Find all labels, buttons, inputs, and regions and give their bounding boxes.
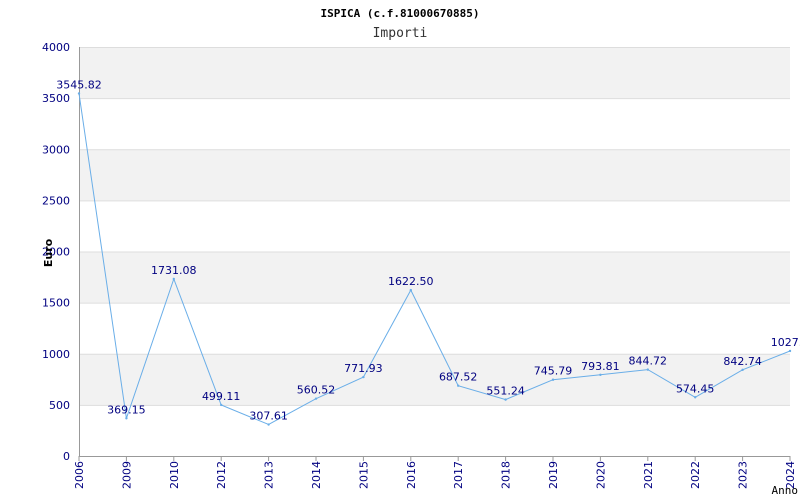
data-label: 574.45 [676,382,715,395]
x-tick-label: 2006 [73,461,86,489]
y-axis-title: Euro [42,238,55,267]
plot-band [79,98,790,150]
data-point [741,368,744,372]
data-point [694,396,697,399]
y-tick-label: 2500 [42,194,70,207]
y-tick-label: 4000 [42,41,70,54]
data-label: 551.24 [486,385,525,398]
data-point [172,277,175,281]
x-tick-label: 2012 [215,461,228,489]
x-tick-label: 2023 [737,461,750,489]
data-point [314,397,318,400]
x-tick-label: 2020 [594,461,607,489]
y-tick-label: 1000 [42,348,70,361]
y-tick-label: 1500 [42,297,70,310]
x-tick-label: 2021 [642,461,655,489]
plot-band [79,200,790,252]
x-tick-label: 2013 [263,461,276,489]
x-tick-label: 2010 [168,461,181,489]
data-label: 793.81 [581,360,620,373]
data-label: 1027.3 [771,336,800,349]
data-label: 687.52 [439,371,478,384]
data-label: 842.74 [723,355,762,368]
data-point [409,288,412,292]
data-label: 560.52 [297,384,336,397]
data-label: 745.79 [534,365,573,378]
data-point [77,92,81,95]
data-point [646,368,649,371]
data-point [788,349,792,353]
data-label: 1731.08 [151,264,197,277]
x-tick-label: 2009 [120,461,133,489]
x-tick-label: 2017 [452,461,465,489]
chart-title: ISPICA (c.f.81000670885) [321,7,480,20]
plot-band [79,251,790,303]
data-point [125,417,128,420]
data-label: 844.72 [629,355,668,368]
plot-band [79,404,790,456]
data-point [220,403,223,407]
line-chart: ISPICA (c.f.81000670885) Importi 0 500 100… [42,7,800,497]
data-label: 771.93 [344,362,383,375]
x-tick-label: 2015 [357,461,370,489]
data-point [599,373,602,377]
data-point [362,375,365,379]
x-tick-label: 2016 [405,461,418,489]
data-point [551,378,555,381]
plot-band [79,353,790,405]
chart-subtitle: Importi [373,26,428,41]
y-tick-label: 0 [63,450,70,463]
data-label: 307.61 [249,410,288,423]
x-tick-label: 2014 [310,461,323,489]
data-label: 499.11 [202,390,241,403]
data-point [457,384,460,387]
x-tick-label: 2018 [500,461,513,489]
y-tick-label: 3000 [42,143,70,156]
data-label: 369.15 [107,403,146,416]
x-tick-label: 2019 [547,461,560,489]
x-axis-title: Anno [772,484,799,497]
plot-band [79,149,790,201]
y-tick-label: 3500 [42,92,70,105]
plot-band [79,47,790,99]
data-point [267,423,270,426]
data-label: 3545.82 [56,78,102,91]
x-axis-ticks: 2006 2009 2010 2012 2013 2014 2015 2016 2017 2018… [73,456,797,489]
x-tick-label: 2022 [689,461,702,489]
data-point [504,398,507,401]
data-label: 1622.50 [388,275,434,288]
y-tick-label: 500 [49,399,70,412]
